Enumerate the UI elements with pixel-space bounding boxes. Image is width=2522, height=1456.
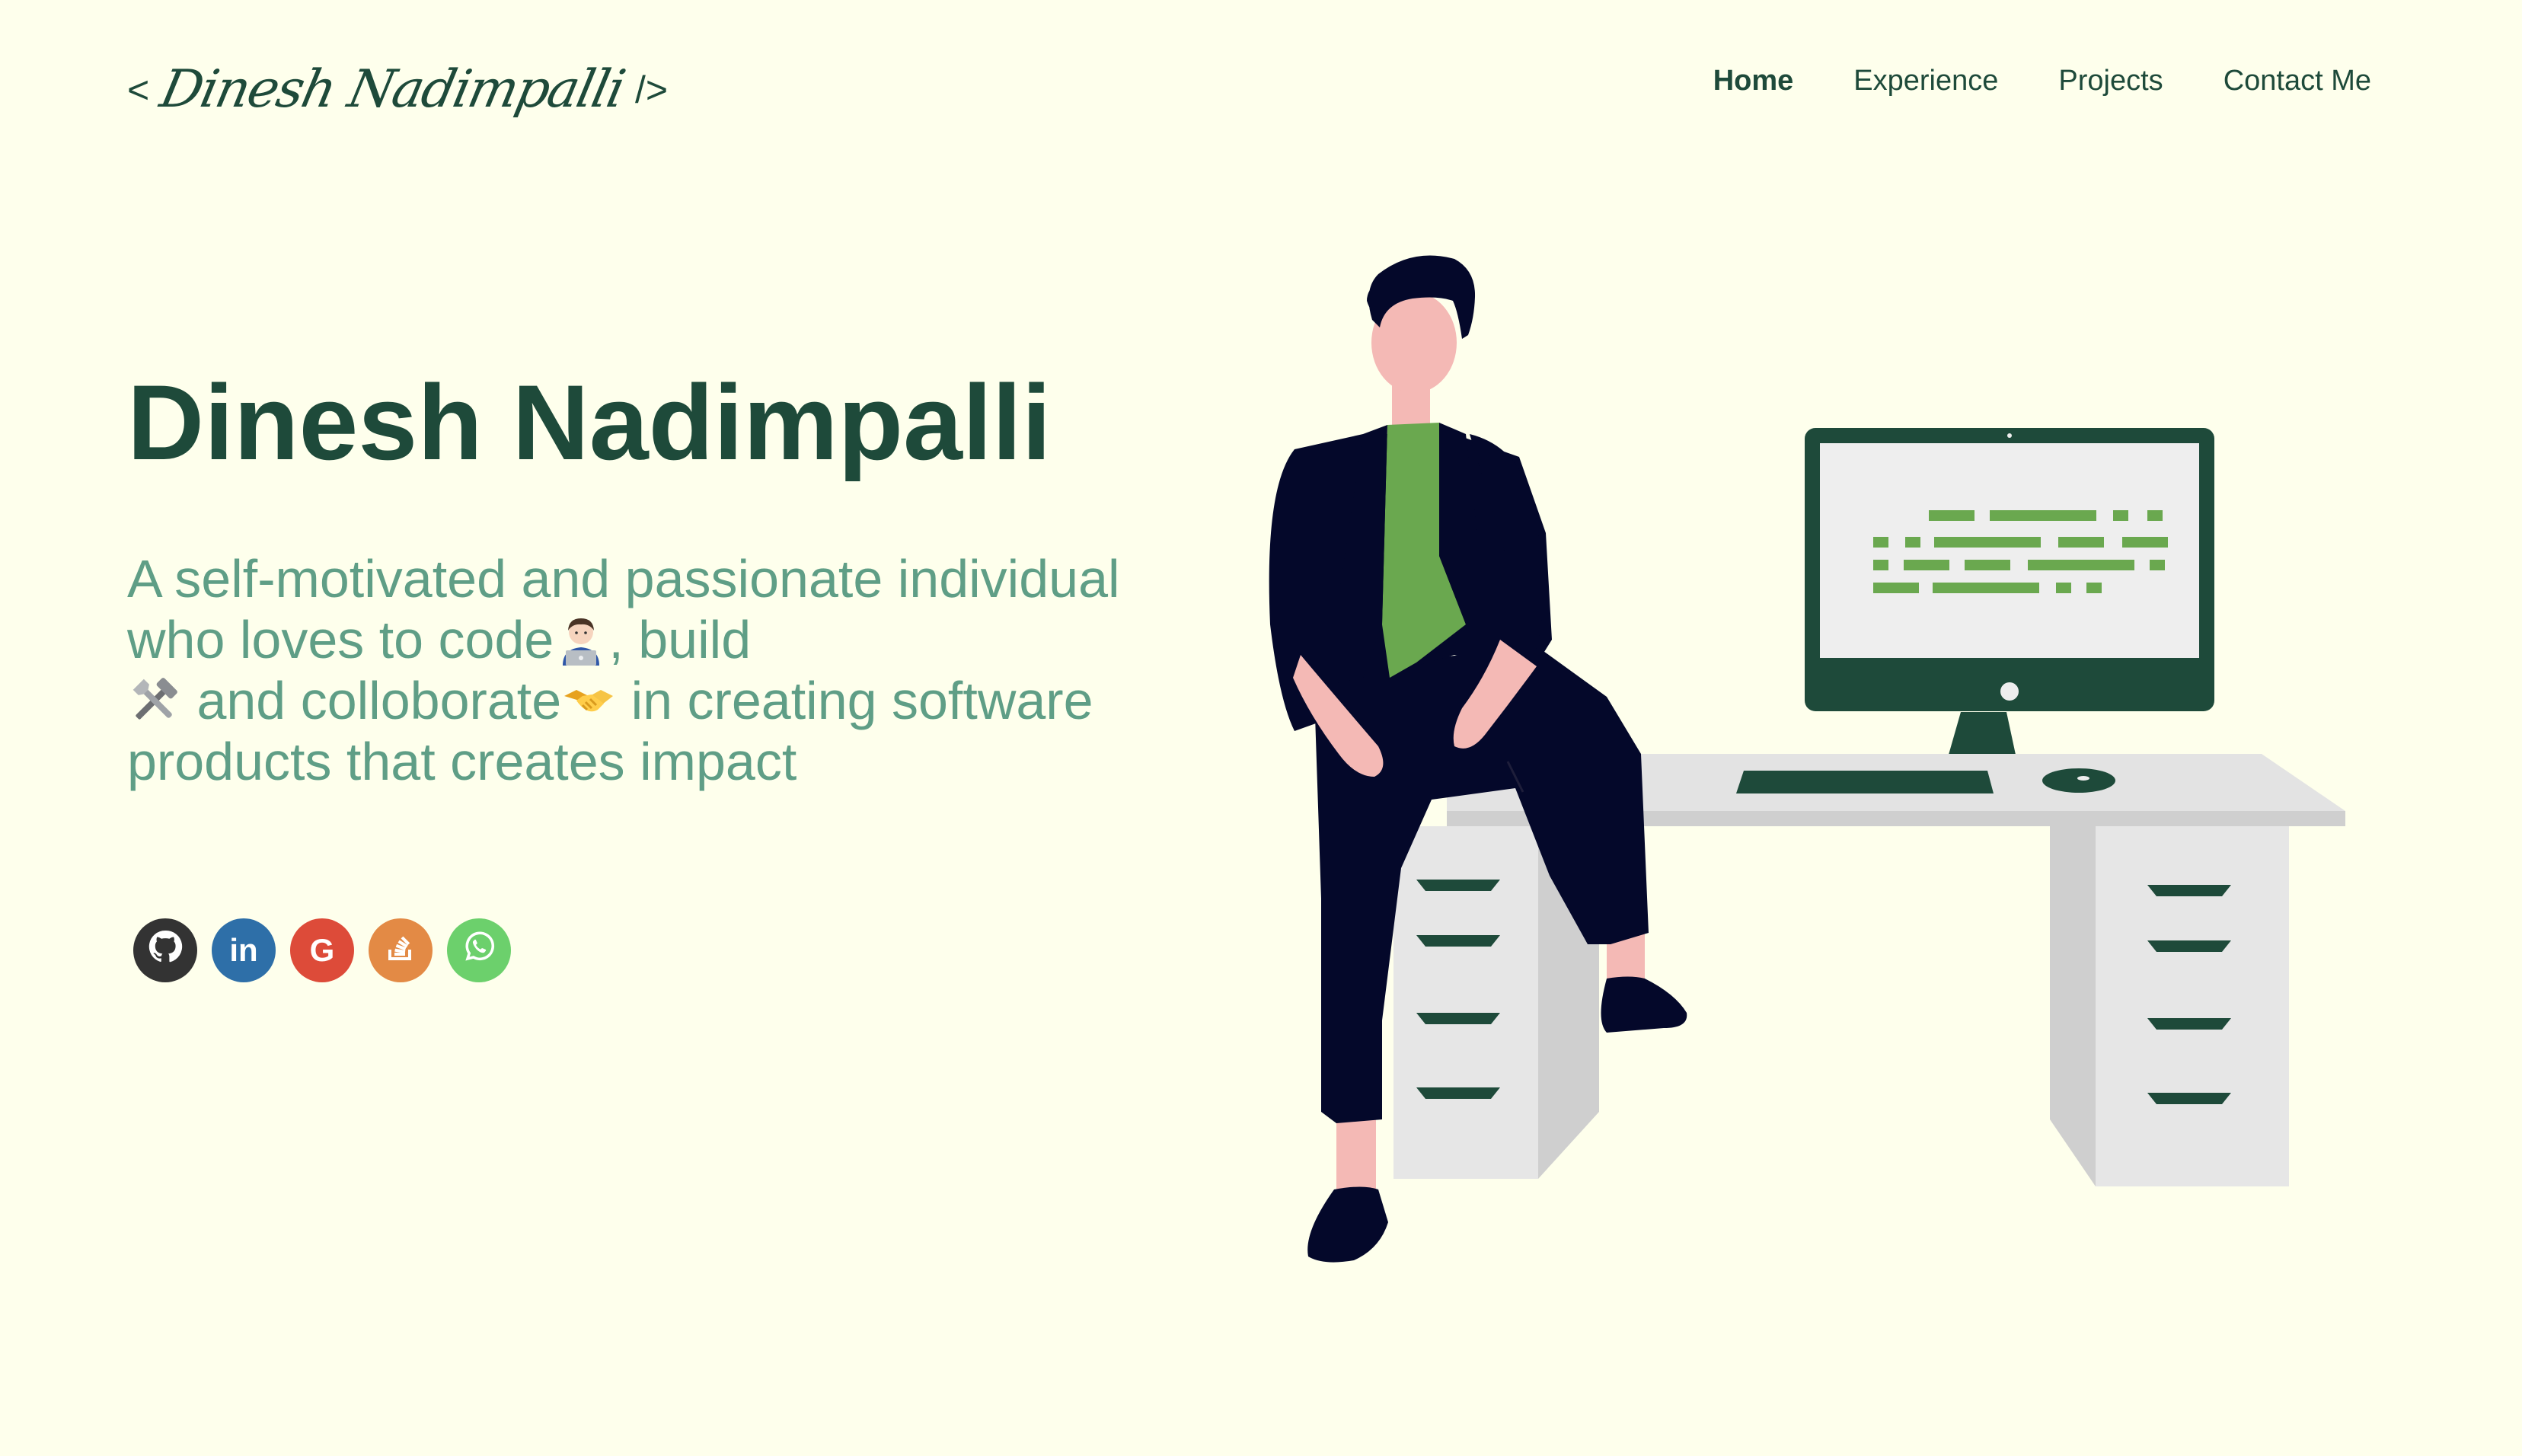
whatsapp-icon bbox=[461, 928, 497, 972]
hero-description: A self-motivated and passionate individu… bbox=[127, 548, 1178, 792]
logo-close-bracket: /> bbox=[634, 69, 669, 111]
github-icon bbox=[147, 928, 184, 972]
whatsapp-button[interactable] bbox=[447, 918, 511, 982]
logo-open-bracket: < bbox=[127, 69, 150, 111]
google-button[interactable]: G bbox=[290, 918, 354, 982]
site-logo[interactable]: < Dinesh Nadimpalli /> bbox=[127, 44, 668, 136]
handshake-emoji bbox=[561, 673, 616, 728]
hero-desc-part-3: and colloborate bbox=[182, 671, 562, 730]
monitor-illustration bbox=[1805, 428, 2214, 765]
hero-desc-part-2: , build bbox=[608, 610, 752, 669]
linkedin-icon: in bbox=[229, 932, 258, 968]
main-nav: Home Experience Projects Contact Me bbox=[1713, 59, 2371, 102]
developer-at-desk-illustration bbox=[1269, 255, 2345, 1263]
google-icon: G bbox=[309, 932, 335, 968]
nav-projects[interactable]: Projects bbox=[2058, 59, 2163, 102]
linkedin-button[interactable]: in bbox=[212, 918, 276, 982]
stack-overflow-button[interactable] bbox=[369, 918, 433, 982]
github-button[interactable] bbox=[133, 918, 197, 982]
technologist-emoji bbox=[554, 612, 608, 667]
social-links: in G bbox=[133, 918, 511, 982]
nav-experience[interactable]: Experience bbox=[1853, 59, 1998, 102]
hammer-and-wrench-emoji bbox=[127, 673, 182, 728]
stack-overflow-icon bbox=[382, 928, 419, 972]
nav-home[interactable]: Home bbox=[1713, 59, 1794, 102]
hero-name: Dinesh Nadimpalli bbox=[127, 362, 1052, 482]
nav-contact-me[interactable]: Contact Me bbox=[2224, 59, 2371, 102]
logo-signature: Dinesh Nadimpalli bbox=[155, 59, 630, 120]
